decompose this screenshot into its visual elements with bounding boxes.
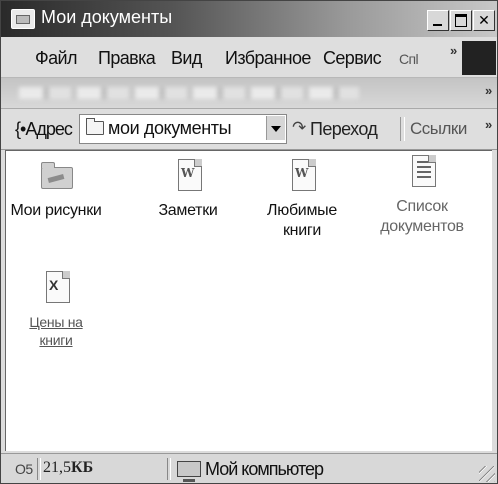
status-separator	[37, 458, 41, 480]
go-label: Переход	[310, 119, 378, 139]
menu-view[interactable]: Вид	[171, 48, 202, 69]
menu-overflow-chevron-icon[interactable]: »	[450, 43, 457, 58]
file-name-line: документов	[380, 218, 464, 235]
text-document-icon	[407, 155, 437, 191]
file-list-area[interactable]: Мои рисунки W Заметки W Любимые книги Сп…	[5, 150, 492, 451]
maximize-button[interactable]	[450, 10, 472, 31]
file-name-line: Цены на	[29, 314, 83, 330]
address-bar: {•Адрес мои документы ↷ Переход Ссылки »	[1, 109, 497, 150]
standard-toolbar: »	[1, 78, 497, 109]
windows-logo-icon	[462, 41, 496, 75]
file-item-notes[interactable]: W Заметки	[138, 159, 238, 221]
file-item-book-prices[interactable]: X Цены на книги	[6, 271, 106, 349]
status-bar: О5 21,5КБ Мой компьютер	[1, 453, 497, 483]
file-name: Заметки	[158, 202, 218, 219]
go-arrow-icon: ↷	[292, 118, 307, 137]
status-size-value: 21,5	[43, 459, 71, 476]
file-item-document-list[interactable]: Список документов	[372, 155, 472, 237]
file-name: Цены на книги	[6, 313, 106, 349]
status-size-unit: КБ	[71, 459, 94, 476]
file-name-line: книги	[282, 222, 322, 239]
explorer-window: Мои документы ✕ Файл Правка Вид Избранно…	[0, 0, 498, 484]
status-size: 21,5КБ	[43, 459, 93, 477]
status-zone: Мой компьютер	[205, 459, 324, 479]
file-item-favorite-books[interactable]: W Любимые книги	[252, 159, 352, 241]
close-button[interactable]: ✕	[473, 10, 495, 31]
menu-help-truncated[interactable]: Cпl	[399, 51, 419, 67]
minimize-button[interactable]	[427, 10, 449, 31]
file-name-line: Любимые	[267, 202, 337, 219]
file-name: Любимые книги	[252, 201, 352, 241]
menu-tools[interactable]: Сервис	[323, 48, 382, 69]
menu-bar: Файл Правка Вид Избранное Сервис Cпl »	[1, 37, 497, 78]
links-overflow-chevron-icon[interactable]: »	[485, 117, 492, 132]
address-dropdown-button[interactable]	[266, 116, 285, 140]
address-input[interactable]: мои документы	[79, 114, 287, 144]
address-label: {•Адрес	[15, 119, 73, 139]
file-name-line: книги	[39, 332, 73, 348]
menu-file[interactable]: Файл	[35, 48, 77, 69]
toolbar-buttons-blurred[interactable]	[19, 87, 359, 99]
folder-icon	[86, 118, 104, 135]
word-document-icon: W	[287, 159, 317, 195]
pictures-folder-icon	[41, 159, 73, 195]
address-value[interactable]: мои документы	[108, 118, 232, 139]
file-name-line: Список	[396, 198, 448, 215]
menu-edit[interactable]: Правка	[98, 48, 156, 69]
file-name: Список документов	[372, 197, 472, 237]
close-icon: ✕	[478, 12, 490, 28]
file-item-pictures[interactable]: Мои рисунки	[6, 159, 106, 221]
menu-favorites[interactable]: Избранное	[225, 48, 311, 69]
folder-window-icon	[11, 9, 35, 29]
window-title: Мои документы	[41, 7, 173, 27]
links-button[interactable]: Ссылки	[410, 119, 467, 139]
status-object-count: О5	[15, 461, 33, 477]
word-document-icon: W	[173, 159, 203, 195]
toolbar-overflow-chevron-icon[interactable]: »	[485, 83, 492, 98]
toolbar-separator	[400, 117, 405, 141]
file-name: Мои рисунки	[10, 202, 102, 219]
title-bar[interactable]: Мои документы ✕	[1, 1, 497, 37]
excel-workbook-icon: X	[41, 271, 71, 307]
resize-grip-icon[interactable]	[479, 466, 495, 482]
status-separator	[167, 458, 171, 480]
my-computer-icon	[177, 461, 201, 482]
